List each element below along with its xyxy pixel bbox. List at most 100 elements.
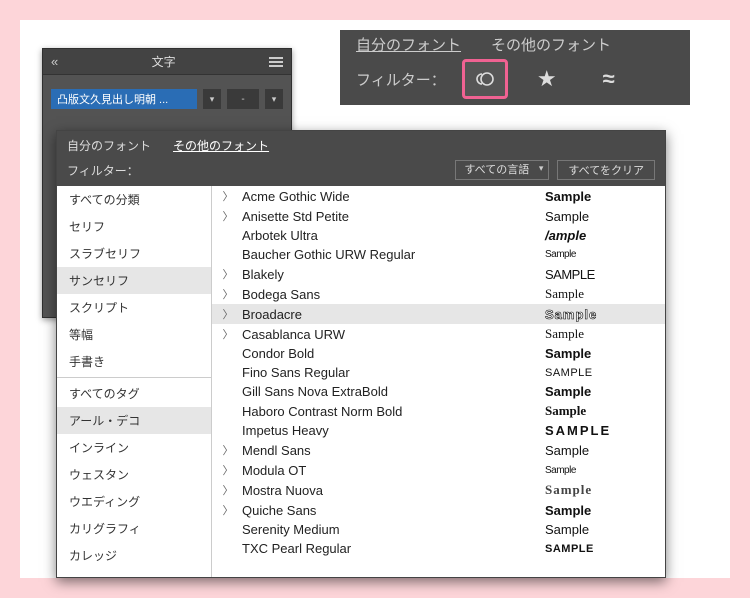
classification-item[interactable]: セリフ (57, 213, 211, 240)
font-name-label: Modula OT (242, 463, 537, 478)
classification-item[interactable]: スクリプト (57, 294, 211, 321)
font-row[interactable]: 〉 Mendl Sans Sample (212, 440, 665, 460)
font-row[interactable]: 〉 Mostra Nuova Sample (212, 480, 665, 500)
tab-my-fonts[interactable]: 自分のフォント (356, 34, 461, 55)
font-sample-preview: Sample (545, 286, 655, 302)
tag-item[interactable]: カリグラフィ (57, 515, 211, 542)
expand-chevron-icon[interactable]: 〉 (222, 462, 234, 478)
font-row[interactable]: 〉 Acme Gothic Wide Sample (212, 186, 665, 206)
classification-item[interactable]: スラブセリフ (57, 240, 211, 267)
tag-item[interactable]: ウエディング (57, 488, 211, 515)
font-sample-preview: SAMPLE (545, 267, 655, 282)
font-name-label: Haboro Contrast Norm Bold (242, 404, 537, 419)
font-sample-preview: /ample (545, 228, 655, 243)
tag-item[interactable]: すべてのタグ (57, 380, 211, 407)
expand-chevron-icon[interactable]: 〉 (222, 502, 234, 518)
font-row[interactable]: Condor BoldSample (212, 344, 665, 363)
font-sample-preview: Sample (545, 443, 655, 458)
expand-chevron-icon[interactable]: 〉 (222, 482, 234, 498)
font-sample-preview: Sample (545, 307, 655, 322)
font-row[interactable]: Impetus HeavySAMPLE (212, 421, 665, 440)
font-name-label: Serenity Medium (242, 522, 537, 537)
font-name-label: Casablanca URW (242, 327, 537, 342)
font-sample-preview: Sample (545, 465, 655, 476)
expand-chevron-icon[interactable]: 〉 (222, 188, 234, 204)
font-sample-preview: Sample (545, 482, 655, 498)
font-row[interactable]: 〉 Broadacre Sample (212, 304, 665, 324)
font-sample-preview: SAMPLE (545, 367, 655, 379)
classification-item[interactable]: 等幅 (57, 321, 211, 348)
clear-all-button[interactable]: すべてをクリア (557, 160, 655, 180)
font-name-label: Gill Sans Nova ExtraBold (242, 384, 537, 399)
font-row[interactable]: 〉 Modula OT Sample (212, 460, 665, 480)
font-name-label: Baucher Gothic URW Regular (242, 247, 537, 262)
font-name-label: Fino Sans Regular (242, 365, 537, 380)
panel-title: 文字 (152, 53, 176, 70)
font-style-dropdown-icon[interactable]: ▾ (265, 89, 283, 109)
classification-item[interactable]: すべての分類 (57, 186, 211, 213)
expand-chevron-icon[interactable]: 〉 (222, 208, 234, 224)
font-name-label: Mostra Nuova (242, 483, 537, 498)
font-family-input[interactable]: 凸版文久見出し明朝 ... (51, 89, 197, 109)
similar-fonts-icon[interactable]: ≈ (586, 59, 632, 99)
expand-chevron-icon[interactable]: 〉 (222, 326, 234, 342)
font-row[interactable]: Gill Sans Nova ExtraBold Sample (212, 382, 665, 401)
font-row[interactable]: 〉Anisette Std PetiteSample (212, 206, 665, 226)
collapse-panel-icon[interactable] (51, 54, 58, 69)
tab-more-fonts[interactable]: その他のフォント (173, 137, 269, 154)
creative-cloud-icon[interactable] (462, 59, 508, 99)
classification-item[interactable]: サンセリフ (57, 267, 211, 294)
font-row[interactable]: TXC Pearl Regular SAMPLE (212, 539, 665, 558)
font-name-label: Quiche Sans (242, 503, 537, 518)
expand-chevron-icon[interactable]: 〉 (222, 286, 234, 302)
font-row[interactable]: Serenity MediumSample (212, 520, 665, 539)
font-name-label: Blakely (242, 267, 537, 282)
tag-item[interactable]: アール・デコ (57, 407, 211, 434)
font-name-label: Arbotek Ultra (242, 228, 537, 243)
font-row[interactable]: Arbotek Ultra/ample (212, 226, 665, 245)
font-row[interactable]: Fino Sans Regular SAMPLE (212, 363, 665, 382)
font-row[interactable]: 〉 Casablanca URW Sample (212, 324, 665, 344)
font-sample-preview: Sample (545, 384, 655, 399)
font-row[interactable]: Haboro Contrast Norm BoldSample (212, 401, 665, 421)
font-family-dropdown-icon[interactable]: ▾ (203, 89, 221, 109)
classification-item[interactable]: 手書き (57, 348, 211, 375)
font-name-label: Bodega Sans (242, 287, 537, 302)
font-name-label: TXC Pearl Regular (242, 541, 537, 556)
category-divider (57, 377, 211, 378)
font-name-label: Broadacre (242, 307, 537, 322)
panel-menu-icon[interactable] (269, 57, 283, 67)
tag-item[interactable]: クリーン (57, 569, 211, 577)
font-row[interactable]: 〉 Quiche Sans Sample (212, 500, 665, 520)
font-sample-preview: Sample (545, 249, 655, 260)
font-sample-preview: Sample (545, 346, 655, 361)
tab-more-fonts[interactable]: その他のフォント (491, 34, 611, 55)
font-name-label: Mendl Sans (242, 443, 537, 458)
category-sidebar: すべての分類セリフスラブセリフサンセリフスクリプト等幅手書きすべてのタグアール・… (57, 186, 212, 577)
font-sample-preview: SAMPLE (545, 423, 655, 438)
filter-detail-callout: 自分のフォント その他のフォント フィルター： ★ ≈ (340, 30, 690, 105)
tag-item[interactable]: インライン (57, 434, 211, 461)
font-list: 〉 Acme Gothic Wide Sample 〉 Anisette Std Pet… (212, 186, 665, 577)
font-sample-preview: Sample (545, 326, 655, 342)
font-sample-preview: Sample (545, 189, 655, 204)
expand-chevron-icon[interactable]: 〉 (222, 266, 234, 282)
tab-my-fonts[interactable]: 自分のフォント (67, 137, 151, 154)
font-browser-flyout: 自分のフォント その他のフォント フィルター： すべての言語 すべてをクリア す… (56, 130, 666, 578)
font-sample-preview: SAMPLE (545, 543, 655, 555)
font-row[interactable]: 〉 Blakely SAMPLE (212, 264, 665, 284)
tag-item[interactable]: カレッジ (57, 542, 211, 569)
tag-item[interactable]: ウェスタン (57, 461, 211, 488)
expand-chevron-icon[interactable]: 〉 (222, 442, 234, 458)
filter-label: フィルター： (67, 162, 139, 179)
filter-label: フィルター： (356, 69, 446, 90)
language-select[interactable]: すべての言語 (455, 160, 549, 180)
font-row[interactable]: 〉 Bodega Sans Sample (212, 284, 665, 304)
favorites-star-icon[interactable]: ★ (524, 59, 570, 99)
font-name-label: Acme Gothic Wide (242, 189, 537, 204)
expand-chevron-icon[interactable]: 〉 (222, 306, 234, 322)
font-style-dropdown[interactable]: - (227, 89, 259, 109)
font-name-label: Anisette Std Petite (242, 209, 537, 224)
font-sample-preview: Sample (545, 503, 655, 518)
font-row[interactable]: Baucher Gothic URW Regular Sample (212, 245, 665, 264)
